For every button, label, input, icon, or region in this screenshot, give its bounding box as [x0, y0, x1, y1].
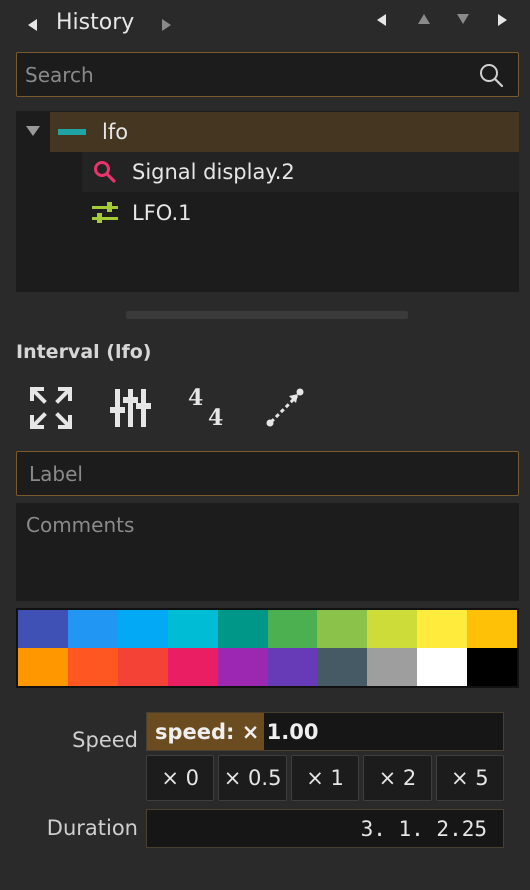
color-swatch[interactable] — [417, 648, 468, 686]
color-swatch[interactable] — [117, 648, 168, 686]
color-swatch[interactable] — [217, 610, 268, 648]
color-swatch[interactable] — [467, 648, 517, 686]
collapse-arrow-icon[interactable] — [26, 126, 40, 136]
speed-x0-button[interactable]: × 0 — [146, 755, 215, 801]
speed-x1-button[interactable]: × 1 — [290, 755, 360, 801]
color-swatch[interactable] — [367, 648, 418, 686]
history-back-button[interactable] — [28, 19, 37, 31]
nav-up-button[interactable] — [418, 14, 430, 24]
color-swatch[interactable] — [18, 648, 68, 686]
speed-x2-button[interactable]: × 2 — [363, 755, 432, 801]
color-swatch[interactable] — [217, 648, 268, 686]
expand-icon[interactable] — [28, 385, 74, 431]
color-swatch[interactable] — [467, 610, 517, 648]
inspector-title: Interval (lfo) — [16, 341, 152, 363]
label-input[interactable] — [29, 458, 499, 490]
tree-item-label: lfo — [102, 120, 129, 144]
color-swatch[interactable] — [317, 648, 368, 686]
object-tree: lfo Signal display.2 LFO.1 — [16, 111, 519, 292]
connect-dots-icon[interactable] — [262, 385, 308, 431]
speed-multiplier-row: × 0 × 0.5 × 1 × 2 × 5 — [146, 755, 505, 801]
tree-item-lfo1[interactable]: LFO.1 — [82, 193, 519, 233]
search-box[interactable] — [16, 52, 519, 97]
speed-slider[interactable]: speed: × 1.00 — [146, 712, 504, 751]
panel-title: History — [56, 10, 135, 35]
comments-input[interactable] — [26, 513, 506, 593]
nav-down-button[interactable] — [457, 14, 469, 24]
color-swatch[interactable] — [167, 648, 218, 686]
color-palette — [16, 608, 519, 688]
nav-left-button[interactable] — [377, 14, 386, 26]
history-forward-button[interactable] — [162, 19, 171, 31]
color-swatch[interactable] — [167, 610, 218, 648]
tree-item-signal-display[interactable]: Signal display.2 — [82, 152, 519, 192]
speed-slider-text: speed: × 1.00 — [155, 720, 319, 744]
search-input[interactable] — [25, 59, 465, 91]
sliders-icon — [92, 202, 118, 223]
mixer-sliders-icon[interactable] — [108, 385, 154, 431]
nav-right-button[interactable] — [498, 14, 507, 26]
color-swatch[interactable] — [267, 610, 318, 648]
speed-label: Speed — [72, 728, 138, 752]
tree-item-label: LFO.1 — [132, 201, 192, 225]
label-field[interactable] — [16, 451, 519, 496]
duration-label: Duration — [46, 816, 138, 840]
duration-field[interactable]: 3. 1. 2.25 — [146, 809, 504, 848]
time-signature-top: 4 — [188, 385, 204, 411]
tree-item-label: Signal display.2 — [132, 160, 295, 184]
color-swatch[interactable] — [67, 610, 118, 648]
magnifier-icon — [94, 161, 116, 183]
time-signature-icon[interactable]: 4 4 — [186, 385, 232, 431]
color-swatch[interactable] — [367, 610, 418, 648]
color-swatch[interactable] — [267, 648, 318, 686]
search-icon[interactable] — [478, 62, 504, 88]
horizontal-scrollbar[interactable] — [126, 311, 408, 319]
color-swatch[interactable] — [417, 610, 468, 648]
speed-x5-button[interactable]: × 5 — [435, 755, 505, 801]
color-swatch[interactable] — [317, 610, 368, 648]
tree-item-lfo[interactable]: lfo — [50, 112, 519, 152]
duration-value: 3. 1. 2.25 — [360, 817, 487, 841]
speed-x0.5-button[interactable]: × 0.5 — [218, 755, 287, 801]
color-swatch[interactable] — [18, 610, 68, 648]
color-swatch[interactable] — [117, 610, 168, 648]
process-bar-icon — [58, 129, 86, 135]
time-signature-bottom: 4 — [208, 405, 224, 431]
comments-box[interactable] — [16, 503, 519, 601]
color-swatch[interactable] — [67, 648, 118, 686]
